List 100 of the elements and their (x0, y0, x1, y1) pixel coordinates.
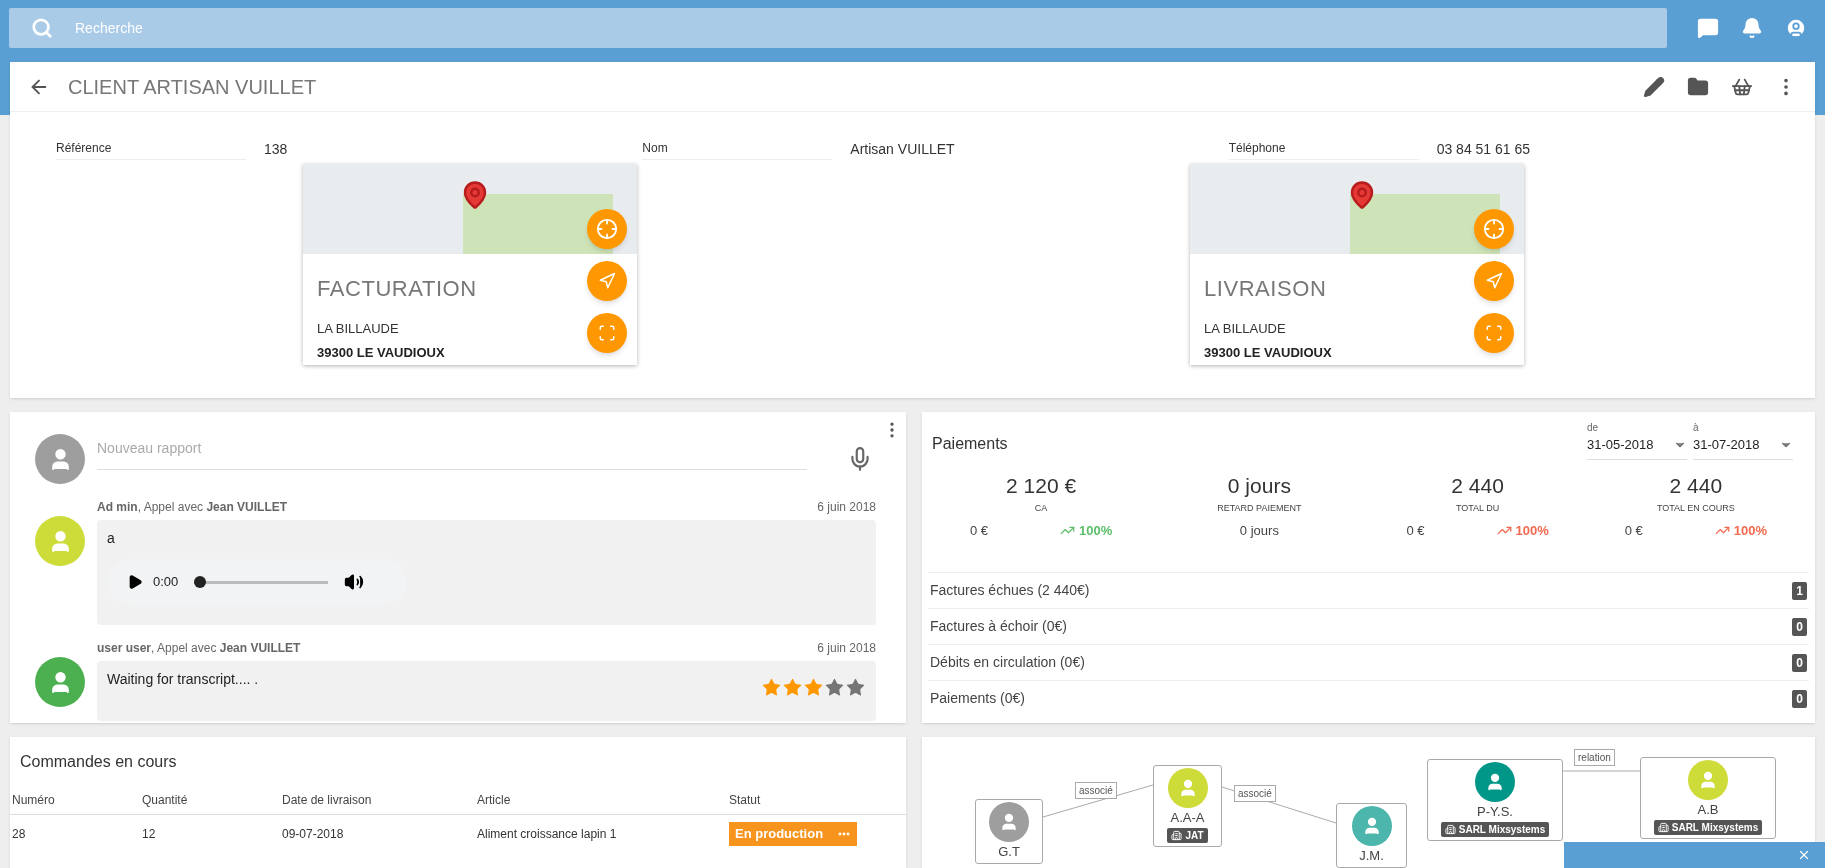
address-title: FACTURATION (317, 275, 477, 303)
user-icon (1698, 770, 1718, 790)
column-header: Article (477, 791, 512, 809)
node-name: G.T (998, 844, 1020, 860)
date-label: de (1587, 421, 1600, 435)
star-icon[interactable] (824, 677, 845, 698)
count-badge: 1 (1792, 581, 1807, 600)
star-rating[interactable] (761, 677, 866, 698)
relation-node[interactable]: A.B SARL Mixsystems (1640, 757, 1776, 839)
relation-node[interactable]: G.T (975, 799, 1043, 864)
star-icon[interactable] (782, 677, 803, 698)
building-icon (1444, 824, 1456, 835)
table-cell-text: 28 (12, 826, 27, 843)
node-name: P-Y.S. (1477, 804, 1513, 820)
date-label: à (1693, 421, 1700, 435)
field-label: Nom (642, 139, 833, 160)
payment-list-item[interactable]: Factures à échoir (0€) 0 (928, 608, 1809, 644)
edit-icon[interactable] (1643, 75, 1665, 98)
search-input[interactable]: Recherche (75, 17, 1645, 39)
directions-button[interactable] (587, 261, 627, 301)
company-tag: SARL Mixsystems (1440, 822, 1550, 837)
star-icon[interactable] (845, 677, 866, 698)
directions-button[interactable] (1474, 261, 1514, 301)
company-tag: JAT (1167, 828, 1208, 843)
list-item-label: Factures échues (2 440€) (930, 581, 1090, 600)
search-field[interactable]: Recherche (9, 8, 1667, 48)
account-icon[interactable] (1785, 17, 1807, 39)
stat-subvalue: 0 € (1624, 522, 1643, 540)
address-line: 39300 LE VAUDIOUX (317, 343, 446, 362)
stat-label: TOTAL DU (1455, 501, 1500, 515)
report-author: Ad min, Appel avec Jean VUILLET (97, 499, 288, 516)
stat-value: 2 120 € (1006, 473, 1077, 499)
notifications-icon[interactable] (1741, 17, 1763, 39)
stat-subvalue: 0 € (970, 522, 989, 540)
count-badge: 0 (1792, 653, 1807, 672)
node-name: A.B (1697, 802, 1719, 818)
address-line: 39300 LE VAUDIOUX (1204, 343, 1332, 362)
stat-subvalue: 0 € (1406, 522, 1425, 540)
stat-value: 2 440 (1669, 473, 1723, 499)
fullscreen-button[interactable] (587, 313, 627, 353)
address-line: LA BILLAUDE (1204, 320, 1287, 338)
star-icon[interactable] (761, 677, 782, 698)
company-tag: SARL Mixsystems (1653, 820, 1763, 835)
node-name: J.M. (1359, 848, 1384, 864)
field-label: Référence (56, 139, 246, 160)
payment-list-item[interactable]: Factures échues (2 440€) 1 (928, 572, 1809, 608)
stat-value: 0 jours (1227, 473, 1291, 499)
new-report-field[interactable]: Nouveau rapport (97, 426, 807, 470)
panel-title: Commandes en cours (19, 752, 178, 772)
count-badge: 0 (1792, 617, 1807, 636)
report-text: a (107, 529, 116, 548)
address-title: LIVRAISON (1204, 275, 1328, 303)
relation-node[interactable]: J.M. (1336, 803, 1407, 868)
stat-label: RETARD PAIEMENT (1217, 501, 1302, 515)
column-header: Numéro (12, 791, 56, 809)
report-date: 6 juin 2018 (817, 640, 876, 657)
user-icon (999, 812, 1019, 832)
relation-label: relation (1574, 749, 1615, 766)
list-item-label: Paiements (0€) (930, 689, 1025, 708)
table-cell-text: 09-07-2018 (282, 826, 345, 843)
volume-icon[interactable] (344, 572, 365, 592)
payment-list-item[interactable]: Débits en circulation (0€) 0 (928, 644, 1809, 680)
fullscreen-button[interactable] (1474, 313, 1514, 353)
fullscreen-icon (1485, 324, 1503, 342)
play-button[interactable] (127, 574, 143, 590)
page-title: CLIENT ARTISAN VUILLET (68, 74, 317, 100)
navigation-icon (1485, 272, 1503, 290)
stat-value: 2 440 (1451, 473, 1504, 499)
date-to-select[interactable]: 31-07-2018 (1693, 435, 1793, 460)
audio-time: 0:00 (153, 573, 179, 592)
relation-node[interactable]: P-Y.S. SARL Mixsystems (1427, 759, 1563, 841)
relation-label: associé (1234, 785, 1276, 802)
trend-value: 100% (1496, 521, 1549, 541)
field-label: Téléphone (1228, 139, 1419, 160)
audio-thumb[interactable] (194, 576, 207, 588)
address-line: LA BILLAUDE (317, 320, 400, 338)
list-item-label: Débits en circulation (0€) (930, 653, 1085, 672)
chat-icon[interactable] (1697, 17, 1719, 39)
table-cell-text: Aliment croissance lapin 1 (477, 826, 618, 843)
trend-value: 100% (1060, 521, 1113, 541)
building-icon (1657, 822, 1669, 833)
list-item-label: Factures à échoir (0€) (930, 617, 1067, 636)
star-icon[interactable] (803, 677, 824, 698)
payment-list-item[interactable]: Paiements (0€) 0 (928, 680, 1809, 716)
field-value: 03 84 51 61 65 (1436, 140, 1531, 159)
user-icon (1485, 772, 1505, 792)
report-date: 6 juin 2018 (817, 499, 876, 516)
date-from-select[interactable]: 31-05-2018 (1587, 435, 1687, 460)
close-icon[interactable] (1797, 848, 1811, 862)
crosshair-icon (1483, 218, 1505, 240)
folder-icon[interactable] (1687, 75, 1709, 98)
relation-node[interactable]: A.A-A JAT (1153, 765, 1222, 847)
stat-label: TOTAL EN COURS (1656, 501, 1735, 515)
column-header: Quantité (142, 791, 189, 809)
fullscreen-icon (598, 324, 616, 342)
field-value: Artisan VUILLET (850, 140, 955, 159)
crosshair-icon (596, 218, 618, 240)
table-cell-text: 12 (142, 826, 157, 843)
search-icon (31, 17, 53, 39)
count-badge: 0 (1792, 689, 1807, 708)
